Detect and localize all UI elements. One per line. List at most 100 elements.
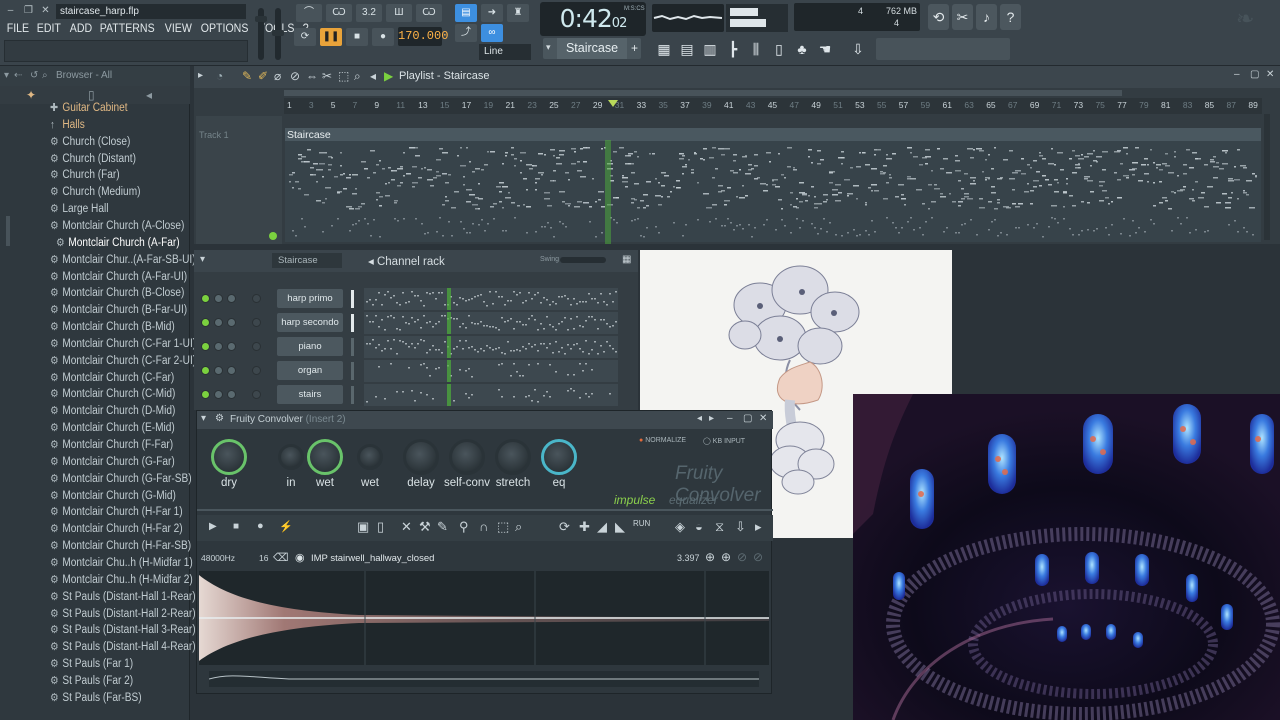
channel-pan-knob[interactable]	[214, 366, 223, 375]
browser-item[interactable]: ⚙ Montclair Chur..(A-Far-SB-UI)	[50, 252, 196, 269]
maximize-icon[interactable]: ▢	[743, 413, 752, 424]
draw-icon[interactable]: ◔	[216, 69, 223, 83]
paint-icon[interactable]: ✐	[258, 69, 268, 83]
channel-pan-knob[interactable]	[214, 342, 223, 351]
channel-pan-knob[interactable]	[214, 318, 223, 327]
browser-item[interactable]: ⚙ St Pauls (Far-BS)	[50, 690, 142, 707]
wet-knob[interactable]	[357, 444, 383, 470]
impulse-waveform[interactable]	[199, 571, 769, 665]
stretch-knob[interactable]	[495, 439, 531, 475]
channel-volume-knob[interactable]	[227, 342, 236, 351]
mixer-icon[interactable]: ⫼	[746, 38, 766, 60]
export-icon[interactable]: ⇩	[735, 519, 746, 535]
swing-slider[interactable]	[560, 257, 606, 263]
browser-scrollbar[interactable]	[6, 216, 10, 246]
folder-icon[interactable]: ✦	[26, 88, 36, 102]
tree-icon[interactable]: ┣	[723, 38, 743, 60]
channel-filter[interactable]: Staircase	[272, 253, 342, 268]
browser-back-icon[interactable]: ⇠	[14, 70, 22, 81]
pencil-icon[interactable]: ✎	[242, 69, 252, 83]
browser-item[interactable]: ⚙ Montclair Church (B-Far-UI)	[50, 302, 187, 319]
magnet-icon[interactable]: ∩	[479, 519, 488, 534]
track-active-led[interactable]	[269, 232, 277, 240]
slip-icon[interactable]: ⇔	[306, 69, 318, 83]
vertical-scrollbar[interactable]	[1264, 114, 1270, 240]
channel-pattern-preview[interactable]	[364, 360, 618, 382]
help-icon[interactable]: ?	[1000, 4, 1021, 30]
channel-mute-led[interactable]	[201, 294, 210, 303]
pause-button[interactable]: ❚❚	[320, 28, 342, 46]
channel-select-indicator[interactable]	[351, 386, 354, 404]
browser-item[interactable]: ⚙ St Pauls (Distant-Hall 2-Rear)	[50, 606, 196, 623]
plugin-icon[interactable]: ♣	[792, 38, 812, 60]
browser-collapse-icon[interactable]: ▾	[4, 70, 9, 81]
file-icon[interactable]: ▯	[769, 38, 789, 60]
browser-item[interactable]: ⚙ Montclair Church (B-Close)	[50, 285, 184, 302]
eq-knob[interactable]	[541, 439, 577, 475]
in-knob[interactable]	[278, 444, 304, 470]
close-icon[interactable]: ✕	[759, 413, 767, 424]
channel-row[interactable]: harp secondo	[194, 312, 638, 334]
cut-icon[interactable]: ✂	[952, 4, 973, 30]
browser-item[interactable]: ⚙ Montclair Church (C-Far 2-UI)	[50, 353, 196, 370]
save-icon[interactable]: ▣	[357, 519, 369, 535]
zoom-out-icon[interactable]: ⊕	[721, 550, 731, 564]
browser-item[interactable]: ⚙ Montclair Church (D-Mid)	[50, 403, 175, 420]
mute-icon[interactable]: ⊘	[290, 69, 300, 83]
browser-item[interactable]: ⚙ Montclair Church (G-Far)	[50, 454, 175, 471]
browser-item[interactable]: ⚙ Montclair Church (A-Far-UI)	[50, 269, 187, 286]
track-header[interactable]: Track 1	[196, 116, 282, 244]
pattern-selector[interactable]: ▾ Staircase +	[543, 38, 641, 59]
play-pattern-icon[interactable]: ▶	[384, 69, 393, 83]
browser-item[interactable]: ⚙ Montclair Church (B-Mid)	[50, 319, 175, 336]
gear-icon[interactable]: ⚙	[215, 413, 224, 424]
browser-item[interactable]: ⚙ Montclair Church (C-Far 1-UI)	[50, 336, 196, 353]
browser-item[interactable]: ⚙ Montclair Church (H-Far-SB)	[50, 538, 191, 555]
browser-item[interactable]: ✚ Guitar Cabinet	[50, 100, 128, 117]
tune-icon[interactable]: ⧖	[715, 519, 724, 535]
channel-name-button[interactable]: piano	[277, 337, 343, 356]
download-icon[interactable]: ⇩	[848, 38, 868, 60]
browser-item[interactable]: ⚙ Church (Far)	[50, 167, 120, 184]
blend-notes-icon[interactable]: Ш	[386, 4, 412, 22]
channel-pattern-preview[interactable]	[364, 384, 618, 406]
browser-item[interactable]: ⚙ Montclair Church (G-Far-SB)	[50, 471, 192, 488]
master-pitch-slider[interactable]	[272, 8, 284, 60]
channel-volume-knob[interactable]	[227, 366, 236, 375]
channel-name-button[interactable]: stairs	[277, 385, 343, 404]
browser-item[interactable]: ⚙ Montclair Church (A-Far)	[56, 235, 180, 252]
channel-track-selector[interactable]	[252, 294, 261, 303]
wait-input-icon[interactable]: Ѡ	[326, 4, 352, 22]
browser-refresh-icon[interactable]: ↺	[30, 70, 38, 81]
channel-track-selector[interactable]	[252, 318, 261, 327]
channel-mute-led[interactable]	[201, 318, 210, 327]
channel-name-button[interactable]: harp primo	[277, 289, 343, 308]
brush-icon[interactable]: ✎	[437, 519, 448, 535]
plugin-menu-arrow-icon[interactable]: ▾	[201, 413, 206, 424]
browser-search-icon[interactable]: ⌕	[42, 70, 48, 81]
browser-item[interactable]: ⚙ Montclair Church (H-Far 1)	[50, 504, 183, 521]
record-icon[interactable]: ●	[257, 520, 264, 532]
trash-icon[interactable]: ⌫	[273, 551, 289, 564]
menu-view[interactable]: VIEW	[162, 22, 195, 36]
close-icon[interactable]: ✕	[1266, 69, 1274, 80]
channel-rack-title[interactable]: ◂ Channel rack	[368, 254, 445, 268]
record-button[interactable]: ●	[372, 28, 394, 46]
snap-select[interactable]: Line	[479, 44, 531, 60]
touch-icon[interactable]: ☚	[815, 38, 835, 60]
playlist-icon[interactable]: ▦	[654, 38, 674, 60]
piano-roll-icon[interactable]: ▤	[677, 38, 697, 60]
rack-menu-arrow-icon[interactable]: ▾	[200, 254, 205, 265]
pattern-clip[interactable]	[285, 128, 1261, 242]
channel-name-button[interactable]: organ	[277, 361, 343, 380]
zoom-icon[interactable]: ⌕	[515, 519, 522, 535]
browser-item[interactable]: ↑ Halls	[50, 117, 85, 134]
close-button[interactable]: ✕	[39, 4, 52, 17]
fade-in-icon[interactable]: ◢	[597, 519, 607, 535]
channel-track-selector[interactable]	[252, 342, 261, 351]
playlist-menu-arrow-icon[interactable]: ▸	[198, 70, 203, 81]
song-mode-arrow-icon[interactable]: ➜	[481, 4, 503, 22]
zoom-in-icon[interactable]: ⊕	[705, 550, 715, 564]
prev-preset-icon[interactable]: ◂	[697, 413, 702, 424]
channel-row[interactable]: harp primo	[194, 288, 638, 310]
